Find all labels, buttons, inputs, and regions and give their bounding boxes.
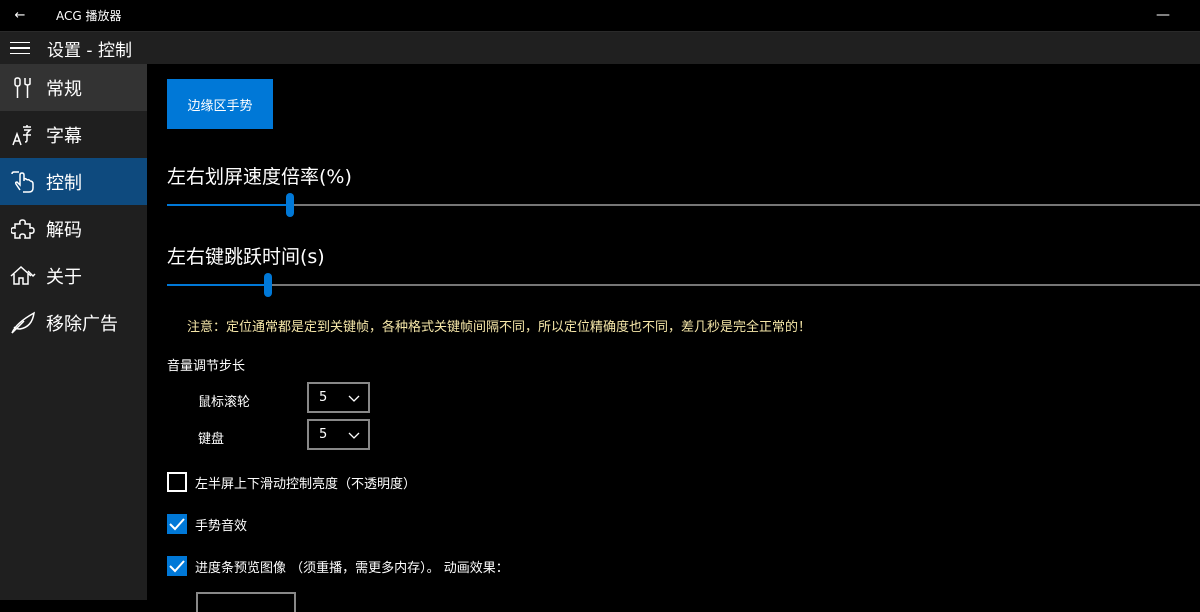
- sidebar-item-label: 常规: [46, 78, 82, 100]
- minimize-button[interactable]: —: [1156, 7, 1170, 23]
- checkbox-label: 左半屏上下滑动控制亮度（不透明度）: [195, 476, 417, 492]
- subtitle-font-icon: [0, 123, 46, 147]
- key-jump-label: 左右键跳跃时间(s): [167, 246, 325, 268]
- sidebar-item-label: 关于: [46, 266, 82, 288]
- slider-fill: [167, 204, 290, 206]
- sidebar-item-general[interactable]: 常规: [0, 64, 147, 111]
- sidebar-item-label: 字幕: [46, 125, 82, 147]
- page-title: 设置 - 控制: [47, 40, 132, 61]
- sidebar-item-remove-ads[interactable]: 移除广告: [0, 299, 147, 346]
- sidebar-item-label: 移除广告: [46, 313, 118, 335]
- mouse-wheel-step-select[interactable]: 5: [307, 382, 370, 413]
- hamburger-menu-button[interactable]: [0, 32, 40, 65]
- sidebar-item-subtitle[interactable]: 字幕: [0, 111, 147, 158]
- checkbox-box[interactable]: [167, 556, 187, 576]
- tools-icon: [0, 76, 46, 100]
- checkmark-icon: [169, 560, 185, 573]
- slider-fill: [167, 284, 268, 286]
- sidebar-item-decode[interactable]: 解码: [0, 205, 147, 252]
- swipe-speed-slider[interactable]: [167, 193, 1200, 217]
- slider-thumb[interactable]: [263, 273, 272, 297]
- puzzle-icon: [0, 217, 46, 241]
- sidebar-item-label: 解码: [46, 219, 82, 241]
- edge-gesture-button[interactable]: 边缘区手势: [167, 79, 273, 129]
- checkbox-label: 手势音效: [195, 518, 248, 534]
- seek-note: 注意：定位通常都是定到关键帧，各种格式关键帧间隔不同，所以定位精确度也不同，差几…: [187, 320, 812, 335]
- keyboard-step-select[interactable]: 5: [307, 419, 370, 450]
- swipe-speed-label: 左右划屏速度倍率(%): [167, 166, 352, 188]
- gesture-sound-checkbox[interactable]: 手势音效: [167, 514, 247, 534]
- checkmark-icon: [169, 518, 185, 531]
- brightness-swipe-checkbox[interactable]: 左半屏上下滑动控制亮度（不透明度）: [167, 472, 416, 492]
- seekbar-preview-checkbox[interactable]: 进度条预览图像 （须重播，需更多内存）。 动画效果：: [167, 556, 509, 576]
- select-value: 5: [319, 390, 328, 405]
- back-button[interactable]: ←: [0, 8, 40, 23]
- menu-line: [10, 52, 30, 55]
- page-header: 设置 - 控制: [0, 31, 1200, 64]
- sidebar-item-control[interactable]: 控制: [0, 158, 147, 205]
- app-title: ACG 播放器: [56, 9, 122, 23]
- leaf-icon: [0, 311, 46, 335]
- checkbox-box[interactable]: [167, 514, 187, 534]
- checkbox-box[interactable]: [167, 472, 187, 492]
- slider-thumb[interactable]: [285, 193, 294, 217]
- settings-content: 边缘区手势 左右划屏速度倍率(%) 左右键跳跃时间(s) 注意：定位通常都是定到…: [147, 64, 1200, 612]
- checkbox-label: 进度条预览图像 （须重播，需更多内存）。 动画效果：: [195, 560, 509, 576]
- key-jump-slider[interactable]: [167, 273, 1200, 297]
- sidebar: 常规 字幕 控制 解码 关于 移除广告: [0, 64, 147, 600]
- sidebar-item-label: 控制: [46, 172, 82, 194]
- chevron-down-icon: [348, 392, 360, 407]
- home-icon: [0, 264, 46, 288]
- chevron-down-icon: [348, 429, 360, 444]
- menu-line: [10, 41, 30, 44]
- keyboard-label: 键盘: [198, 432, 225, 447]
- menu-line: [10, 47, 30, 49]
- touch-hand-icon: [0, 170, 46, 194]
- title-bar: ← ACG 播放器 —: [0, 0, 1200, 31]
- animation-effect-select[interactable]: [196, 592, 296, 612]
- volume-step-title: 音量调节步长: [167, 359, 246, 374]
- select-value: 5: [319, 427, 328, 442]
- mouse-wheel-label: 鼠标滚轮: [198, 395, 251, 410]
- sidebar-item-about[interactable]: 关于: [0, 252, 147, 299]
